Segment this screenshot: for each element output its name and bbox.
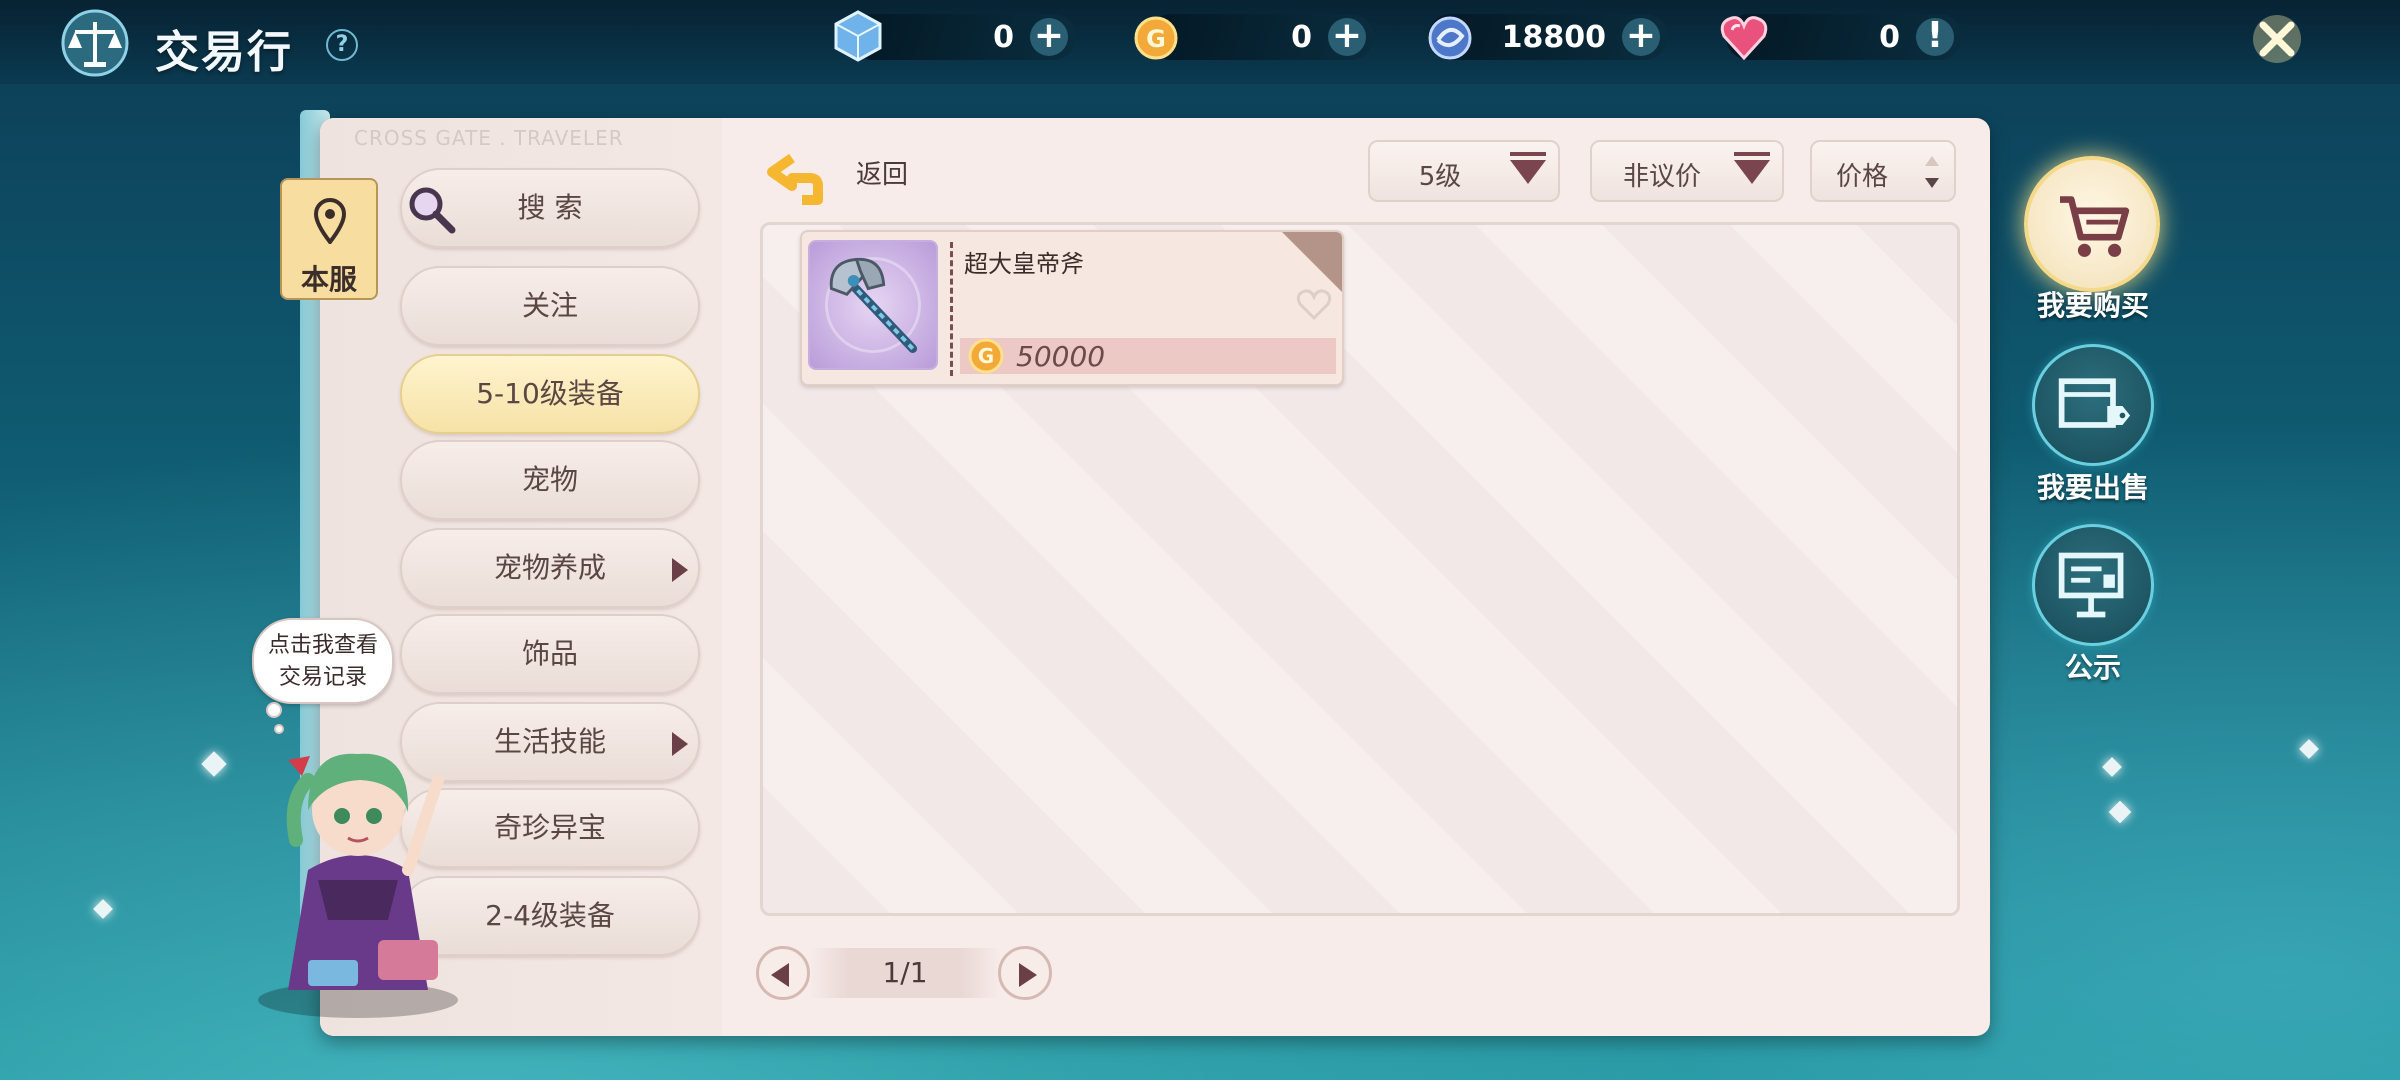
add-crystal-button[interactable]: + (1030, 18, 1068, 56)
dropdown-arrow-icon (1510, 152, 1546, 184)
server-tag[interactable]: 本服 (280, 178, 378, 300)
item-name: 超大皇帝斧 (964, 250, 1084, 278)
category-equipment-2-4-label: 2-4级装备 (485, 899, 615, 932)
item-thumbnail (808, 240, 938, 370)
close-icon[interactable] (2248, 10, 2306, 68)
page-indicator: 1/1 (810, 948, 1000, 998)
magnifier-icon (409, 187, 456, 234)
back-label[interactable]: 返回 (856, 154, 908, 191)
dropdown-arrow-icon (1734, 152, 1770, 184)
next-arrow-icon (1019, 963, 1037, 987)
svg-text:G: G (1146, 25, 1166, 53)
category-treasures-label: 奇珍异宝 (493, 811, 606, 844)
sparkle-decoration (2108, 800, 2132, 824)
card-divider (950, 242, 953, 376)
category-equipment-5-10[interactable]: 5-10级装备 (400, 354, 700, 434)
category-search-label: 搜 索 (517, 191, 583, 224)
trade-record-bubble[interactable]: 点击我查看 交易记录 (252, 618, 394, 704)
sparkle-decoration (201, 751, 227, 777)
item-price: 50000 (1016, 340, 1106, 373)
category-accessories-label: 饰品 (521, 637, 578, 670)
level-filter-dropdown[interactable]: 5级 (1368, 140, 1560, 202)
sparkle-decoration (2299, 739, 2319, 759)
top-bar: 交易行 ? 0 + 0 + G 18800 + 0 ! (0, 0, 2400, 84)
gold-coin-icon: G (968, 338, 1004, 374)
page-title: 交易行 (155, 27, 293, 78)
category-equipment-5-10-label: 5-10级装备 (476, 377, 624, 410)
page-indicator-text: 1/1 (882, 956, 928, 989)
crystal-cube-icon (834, 10, 882, 62)
listing-card[interactable]: 超大皇帝斧 G 50000 (800, 230, 1344, 386)
add-gold-button[interactable]: + (1328, 18, 1366, 56)
submenu-arrow-icon (672, 732, 688, 756)
help-icon[interactable]: ? (326, 29, 358, 61)
bubble-tail (266, 702, 282, 718)
sparkle-decoration (2102, 757, 2122, 777)
sort-price-label: 价格 (1835, 162, 1888, 192)
notice-board-icon (2058, 552, 2124, 618)
submenu-arrow-icon (672, 558, 688, 582)
back-arrow-icon[interactable] (762, 150, 834, 214)
category-pet[interactable]: 宠物 (400, 440, 700, 520)
category-follow[interactable]: 关注 (400, 266, 700, 346)
sell-box-icon (2058, 378, 2131, 428)
category-pet-training[interactable]: 宠物养成 (400, 528, 700, 608)
card-corner-ribbon (1282, 232, 1342, 292)
currency-crystal-value: 0 (993, 20, 1014, 55)
favorite-heart-icon[interactable] (1296, 288, 1332, 320)
item-price-bar: G 50000 (960, 338, 1336, 374)
category-follow-label: 关注 (521, 289, 578, 322)
next-page-button[interactable] (998, 946, 1052, 1000)
scales-icon (61, 9, 129, 77)
sell-label[interactable]: 我要出售 (2010, 466, 2176, 506)
category-life-skills-label: 生活技能 (493, 725, 606, 758)
buy-button[interactable] (2024, 156, 2160, 292)
cart-icon (2060, 196, 2130, 257)
category-search[interactable]: 搜 索 (400, 168, 700, 248)
notice-button[interactable] (2032, 524, 2154, 646)
prev-page-button[interactable] (756, 946, 810, 1000)
currency-gold-value: 0 (1291, 20, 1312, 55)
heart-gem-icon (1720, 16, 1768, 61)
battle-axe-icon (825, 257, 921, 353)
guide-character[interactable] (248, 720, 468, 1020)
price-type-dropdown[interactable]: 非议价 (1590, 140, 1784, 202)
sort-price-button[interactable]: 价格 (1810, 140, 1956, 202)
sell-button[interactable] (2032, 344, 2154, 466)
gold-coin-icon: G (1134, 16, 1178, 60)
price-type-value: 非议价 (1622, 162, 1701, 192)
category-pet-training-label: 宠物养成 (493, 551, 606, 584)
buy-label[interactable]: 我要购买 (2010, 284, 2176, 324)
panel-watermark: CROSS GATE . TRAVELER (354, 126, 624, 150)
level-filter-value: 5级 (1418, 162, 1462, 192)
currency-heart-value: 0 (1879, 20, 1900, 55)
server-tag-label: 本服 (300, 263, 357, 296)
bubble-line-2: 交易记录 (278, 665, 367, 690)
blue-token-icon (1428, 16, 1472, 60)
add-token-button[interactable]: + (1622, 18, 1660, 56)
category-pet-label: 宠物 (521, 463, 578, 496)
currency-token-value: 18800 (1501, 20, 1606, 55)
category-accessories[interactable]: 饰品 (400, 614, 700, 694)
svg-text:G: G (978, 344, 994, 368)
prev-arrow-icon (771, 963, 789, 987)
heart-info-button[interactable]: ! (1916, 18, 1954, 56)
sparkle-decoration (93, 899, 113, 919)
sort-arrows-icon (1925, 156, 1939, 188)
notice-label[interactable]: 公示 (2010, 646, 2176, 686)
location-pin-icon (313, 198, 347, 244)
bubble-line-1: 点击我查看 (267, 633, 378, 658)
